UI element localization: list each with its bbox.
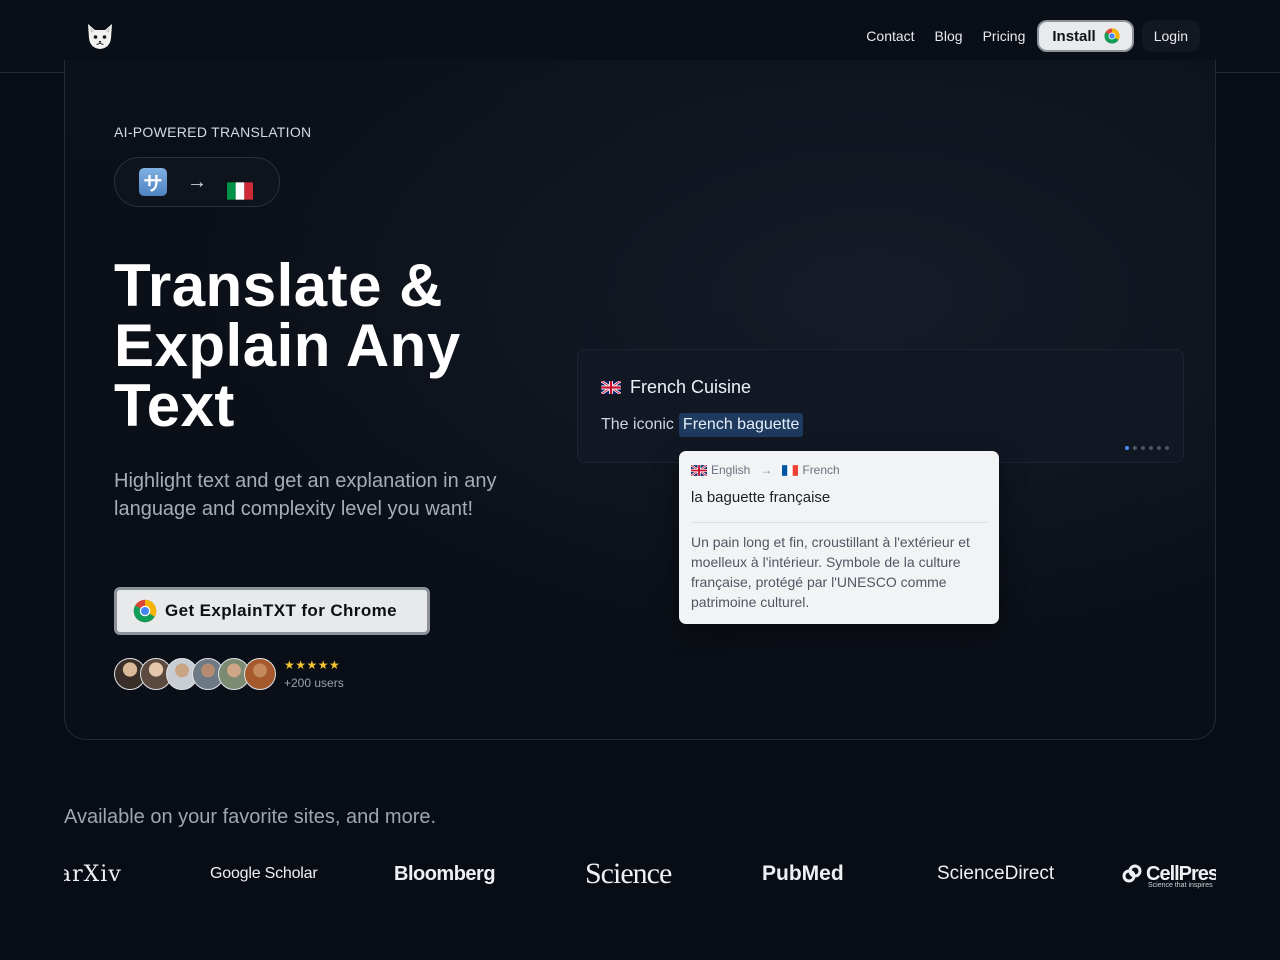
popup-divider: [691, 522, 987, 523]
cellpress-tagline: Science that inspires: [1148, 882, 1213, 889]
arrow-right-icon: →: [187, 170, 207, 193]
main-nav: Contact Blog Pricing Install Login: [856, 19, 1200, 53]
popup-to-lang: French: [802, 463, 840, 477]
translation-popup: English → French la baguette française U…: [679, 451, 999, 624]
carousel-dot[interactable]: [1149, 446, 1153, 450]
cta-label: Get ExplainTXT for Chrome: [165, 601, 397, 620]
cat-logo-icon[interactable]: [84, 20, 116, 52]
install-label: Install: [1052, 27, 1096, 45]
rating-block: ★★★★★ +200 users: [284, 658, 344, 690]
nav-pricing[interactable]: Pricing: [973, 19, 1036, 53]
uk-flag-icon: [601, 381, 621, 394]
demo-sentence-prefix: The iconic: [601, 416, 674, 433]
chrome-icon: [1104, 28, 1120, 44]
cellpress-mark-icon: [1122, 864, 1142, 883]
eyebrow-label: AI-POWERED TRANSLATION: [114, 124, 312, 140]
social-proof: ★★★★★ +200 users: [114, 658, 344, 690]
kana-icon: サ: [139, 168, 167, 196]
nav-blog[interactable]: Blog: [925, 19, 973, 53]
sciencedirect-logo: ScienceDirect: [937, 863, 1055, 884]
carousel-dot[interactable]: [1125, 446, 1129, 450]
site-logos-strip: arXiv Google Scholar Bloomberg Science P…: [64, 852, 1216, 896]
demo-title: French Cuisine: [601, 377, 751, 398]
arrow-right-icon: →: [760, 463, 773, 477]
star-rating: ★★★★★: [284, 658, 341, 672]
demo-title-text: French Cuisine: [630, 377, 752, 397]
hero-section: AI-POWERED TRANSLATION サ → Translate & E…: [64, 60, 1216, 740]
popup-translation: la baguette française: [691, 489, 831, 506]
pubmed-logo: PubMed: [762, 862, 844, 885]
popup-from-lang: English: [711, 463, 751, 477]
carousel-dot[interactable]: [1157, 446, 1161, 450]
page-title: Translate & Explain Any Text: [114, 252, 461, 439]
google-scholar-logo: Google Scholar: [210, 865, 318, 882]
install-button[interactable]: Install: [1037, 20, 1134, 52]
sites-heading: Available on your favorite sites, and mo…: [64, 806, 437, 828]
nav-contact[interactable]: Contact: [856, 19, 924, 53]
cellpress-logo: CellPress Science that inspires: [1122, 852, 1216, 896]
arxiv-logo: arXiv: [64, 852, 122, 896]
italy-flag-icon: [227, 182, 253, 200]
language-pill: サ →: [114, 157, 280, 207]
demo-article-card: French Cuisine The iconic French baguett…: [577, 349, 1184, 463]
demo-sentence: The iconic French baguette: [601, 413, 804, 437]
user-count: +200 users: [284, 676, 344, 690]
hero-subtext: Highlight text and get an explanation in…: [114, 470, 497, 520]
france-flag-icon: [782, 464, 799, 476]
popup-explanation: Un pain long et fin, croustillant à l'ex…: [691, 534, 970, 610]
arxiv-logo-text: arXiv: [64, 861, 122, 887]
avatar: [244, 658, 276, 690]
chrome-icon: [133, 599, 157, 623]
user-avatars: [114, 658, 276, 690]
bloomberg-logo: Bloomberg: [394, 862, 496, 885]
highlighted-text[interactable]: French baguette: [678, 413, 804, 437]
carousel-dots: [1125, 446, 1169, 450]
login-button[interactable]: Login: [1141, 20, 1200, 52]
uk-flag-icon: [691, 464, 707, 476]
carousel-dot[interactable]: [1141, 446, 1145, 450]
carousel-dot[interactable]: [1133, 446, 1137, 450]
popup-language-pair: English → French: [691, 463, 840, 477]
science-logo: Science: [585, 857, 672, 890]
get-extension-button[interactable]: Get ExplainTXT for Chrome: [114, 587, 430, 635]
carousel-dot[interactable]: [1165, 446, 1169, 450]
